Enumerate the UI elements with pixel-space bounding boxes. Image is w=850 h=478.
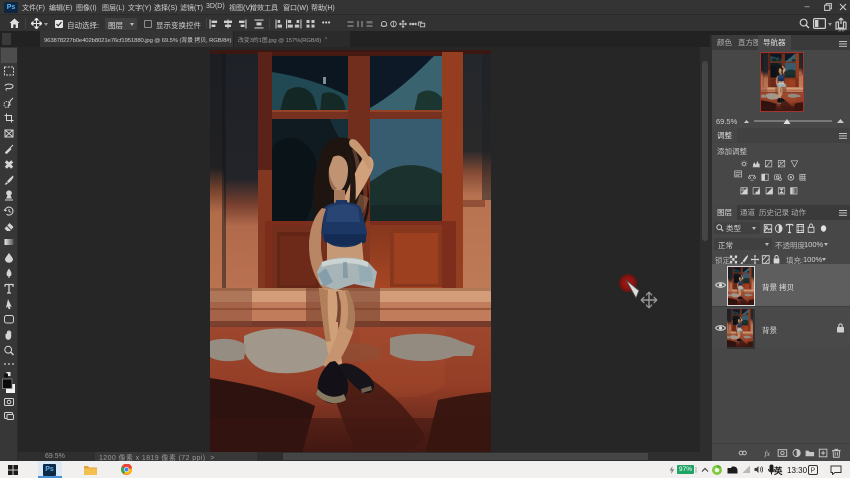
svg-text:fx: fx (764, 449, 770, 458)
svg-text:P: P (811, 467, 816, 474)
